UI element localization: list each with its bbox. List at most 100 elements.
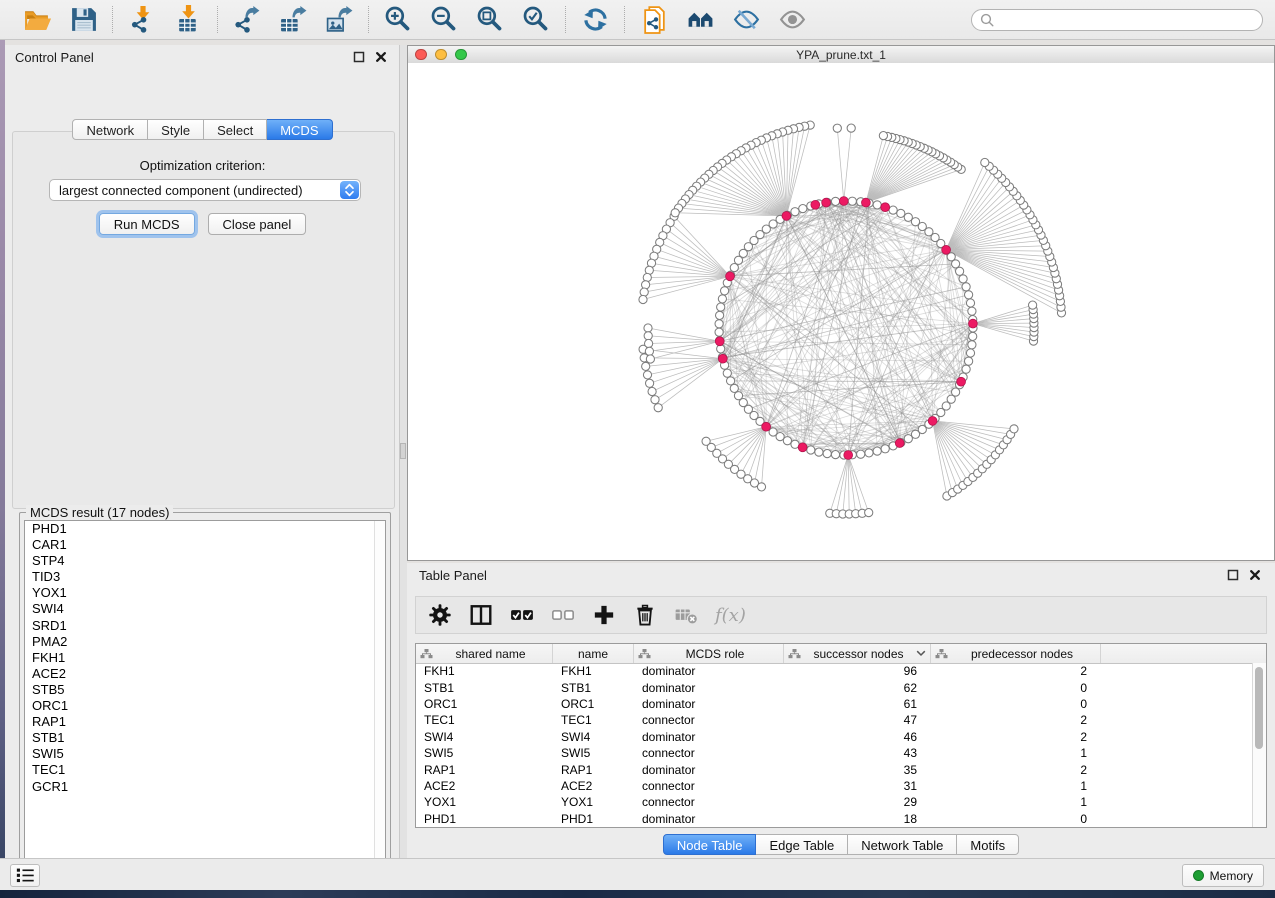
mcds-result-item[interactable]: TEC1 <box>25 762 385 778</box>
toolbar-button-save-session[interactable] <box>66 3 100 37</box>
mcds-result-item[interactable]: ACE2 <box>25 666 385 682</box>
tab-network[interactable]: Network <box>72 119 148 140</box>
graph-nodes[interactable] <box>639 121 1066 518</box>
tab-network-table[interactable]: Network Table <box>848 834 957 855</box>
delete-table-icon <box>674 603 698 627</box>
network-graph[interactable] <box>408 63 1274 560</box>
table-scrollbar[interactable] <box>1252 663 1266 827</box>
memory-button[interactable]: Memory <box>1182 864 1264 887</box>
mcds-result-item[interactable]: SWI4 <box>25 601 385 617</box>
table-scrollbar-thumb[interactable] <box>1255 667 1263 749</box>
cell-predecessor_nodes: 1 <box>931 779 1101 793</box>
toolbar-button-show-graphics-details[interactable] <box>775 3 809 37</box>
node-table-body: FKH1FKH1dominator962STB1STB1dominator620… <box>416 663 1253 827</box>
mcds-result-item[interactable]: YOX1 <box>25 585 385 601</box>
optimization-criterion-select[interactable]: largest connected component (undirected) <box>49 179 361 201</box>
toolbar-button-zoom-in[interactable] <box>381 3 415 37</box>
mcds-result-item[interactable]: ORC1 <box>25 698 385 714</box>
column-header-predecessor_nodes[interactable]: predecessor nodes <box>931 644 1101 663</box>
column-header-successor_nodes[interactable]: successor nodes <box>784 644 931 663</box>
import-network-icon <box>128 5 157 34</box>
toolbar-button-export-network[interactable] <box>230 3 264 37</box>
main-toolbar <box>0 0 1275 40</box>
table-tool-delete-table <box>674 602 698 628</box>
table-row[interactable]: ACE2ACE2connector311 <box>416 778 1253 794</box>
close-panel-button[interactable]: Close panel <box>208 213 307 235</box>
tab-select[interactable]: Select <box>204 119 267 140</box>
toolbar-button-search-network[interactable] <box>683 3 717 37</box>
toolbar-button-share-document[interactable] <box>637 3 671 37</box>
tab-style[interactable]: Style <box>148 119 204 140</box>
toolbar-button-zoom-fit[interactable] <box>473 3 507 37</box>
table-tool-select-all-check[interactable] <box>510 602 534 628</box>
mcds-result-item[interactable]: SWI5 <box>25 746 385 762</box>
table-tool-delete-column[interactable] <box>633 602 657 628</box>
optimization-criterion-label: Optimization criterion: <box>5 158 400 173</box>
attribute-tree-icon <box>788 648 801 659</box>
column-header-shared_name[interactable]: shared name <box>416 644 553 663</box>
table-panel-float-button[interactable] <box>1225 567 1241 583</box>
table-row[interactable]: PHD1PHD1dominator180 <box>416 811 1253 827</box>
mcds-result-item[interactable]: CAR1 <box>25 537 385 553</box>
toolbar-button-export-image[interactable] <box>322 3 356 37</box>
mcds-result-list[interactable]: PHD1CAR1STP4TID3YOX1SWI4SRD1PMA2FKH1ACE2… <box>24 520 386 879</box>
run-mcds-button[interactable]: Run MCDS <box>99 213 195 235</box>
control-panel-float-button[interactable] <box>351 49 367 65</box>
toolbar-button-export-table[interactable] <box>276 3 310 37</box>
search-input[interactable] <box>971 9 1263 31</box>
table-row[interactable]: RAP1RAP1dominator352 <box>416 761 1253 777</box>
mcds-result-item[interactable]: TID3 <box>25 569 385 585</box>
table-row[interactable]: SWI4SWI4dominator462 <box>416 729 1253 745</box>
network-graph-canvas[interactable] <box>408 63 1274 560</box>
import-table-icon <box>174 5 203 34</box>
cell-shared_name: ORC1 <box>416 697 553 711</box>
table-tool-deselect-all-check[interactable] <box>551 602 575 628</box>
splitter-handle[interactable] <box>400 443 406 459</box>
tab-mcds[interactable]: MCDS <box>267 119 332 140</box>
table-panel-close-button[interactable] <box>1247 567 1263 583</box>
share-document-icon <box>640 5 669 34</box>
table-tool-table-settings-gear[interactable] <box>428 602 452 628</box>
mcds-result-item[interactable]: RAP1 <box>25 714 385 730</box>
mcds-result-item[interactable]: FKH1 <box>25 650 385 666</box>
table-tool-column-visibility[interactable] <box>469 602 493 628</box>
table-row[interactable]: SWI5SWI5connector431 <box>416 745 1253 761</box>
column-header-name[interactable]: name <box>553 644 634 663</box>
toolbar-button-open-session[interactable] <box>20 3 54 37</box>
mcds-list-scrollbar[interactable] <box>374 521 385 878</box>
network-view-window: YPA_prune.txt_1 <box>407 45 1275 561</box>
mcds-result-item[interactable]: SRD1 <box>25 618 385 634</box>
mcds-result-item[interactable]: PHD1 <box>25 521 385 537</box>
table-row[interactable]: TEC1TEC1connector472 <box>416 712 1253 728</box>
export-table-icon <box>279 5 308 34</box>
table-row[interactable]: STB1STB1dominator620 <box>416 679 1253 695</box>
toolbar-button-import-network[interactable] <box>125 3 159 37</box>
table-tool-add-column[interactable] <box>592 602 616 628</box>
column-header-mcds_role[interactable]: MCDS role <box>634 644 784 663</box>
tab-motifs[interactable]: Motifs <box>957 834 1019 855</box>
table-row[interactable]: ORC1ORC1dominator610 <box>416 696 1253 712</box>
toolbar-button-zoom-selected[interactable] <box>519 3 553 37</box>
table-row[interactable]: FKH1FKH1dominator962 <box>416 663 1253 679</box>
toolbar-button-zoom-out[interactable] <box>427 3 461 37</box>
tab-node-table[interactable]: Node Table <box>663 834 757 855</box>
mcds-result-item[interactable]: PMA2 <box>25 634 385 650</box>
close-icon <box>1249 569 1261 581</box>
control-panel: Control Panel NetworkStyleSelectMCDS Opt… <box>5 45 400 858</box>
save-session-icon <box>69 5 98 34</box>
mcds-result-item[interactable]: STB1 <box>25 730 385 746</box>
cell-mcds_role: dominator <box>634 730 784 744</box>
mcds-result-item[interactable]: STB5 <box>25 682 385 698</box>
mcds-result-item[interactable]: STP4 <box>25 553 385 569</box>
table-row[interactable]: YOX1YOX1connector291 <box>416 794 1253 810</box>
toolbar-button-refresh-layout[interactable] <box>578 3 612 37</box>
task-history-button[interactable] <box>10 864 40 887</box>
toolbar-button-hide-graphics-details[interactable] <box>729 3 763 37</box>
network-window-titlebar: YPA_prune.txt_1 <box>408 46 1274 64</box>
mcds-result-item[interactable]: GCR1 <box>25 779 385 795</box>
tab-edge-table[interactable]: Edge Table <box>756 834 848 855</box>
status-bar: Memory <box>0 858 1275 890</box>
control-panel-close-button[interactable] <box>373 49 389 65</box>
toolbar-button-import-table[interactable] <box>171 3 205 37</box>
export-network-icon <box>233 5 262 34</box>
